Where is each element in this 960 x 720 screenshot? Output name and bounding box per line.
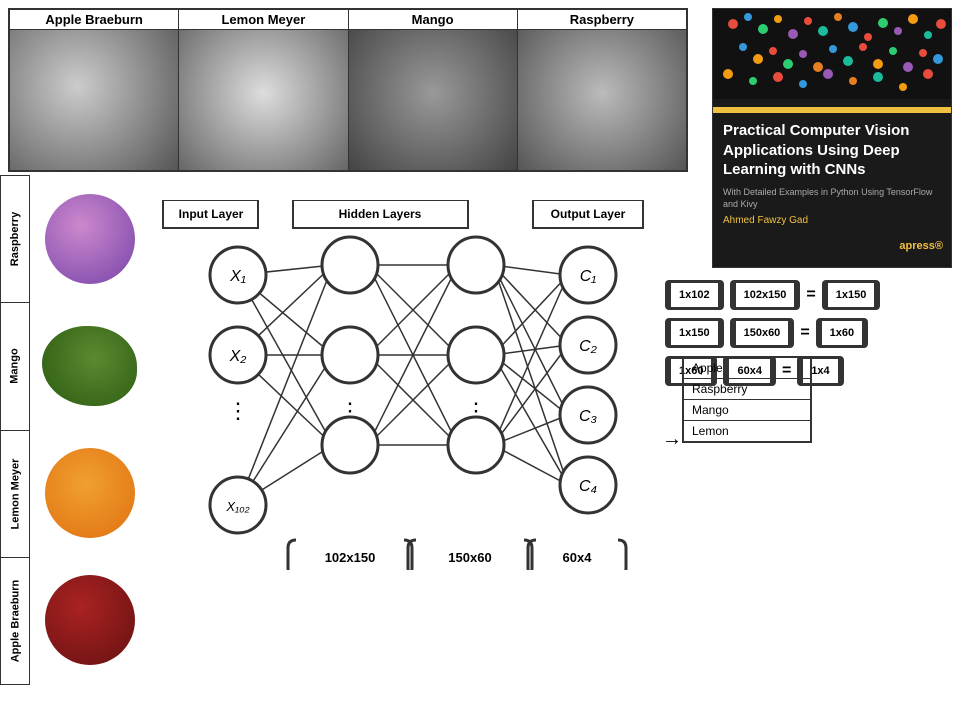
svg-text:102x150: 102x150 [325, 550, 376, 565]
output-lemon: Lemon [684, 421, 810, 441]
matrix-1x102: 1x102 [665, 280, 724, 310]
raspberry-image [518, 30, 686, 170]
matrix-150x60: 150x60 [730, 318, 795, 348]
raspberry-color-box [32, 175, 147, 302]
lemon-meyer-image [179, 30, 347, 170]
svg-text:Hidden Layers: Hidden Layers [339, 207, 422, 221]
raspberry-label: Raspberry [518, 10, 686, 30]
book-title: Practical Computer Vision Applications U… [723, 121, 941, 180]
matrix-row-1: 1x102 102x150 = 1x150 [662, 280, 952, 310]
apple-braeburn-image [10, 30, 178, 170]
book-author: Ahmed Fawzy Gad [723, 215, 941, 226]
svg-text:C₃: C₃ [579, 408, 597, 425]
matrix-result-1x150: 1x150 [822, 280, 881, 310]
svg-text:X₂: X₂ [229, 348, 247, 365]
matrix-equals-2: = [800, 324, 809, 342]
lemon-color-box [32, 429, 147, 556]
lemon-meyer-box: Lemon Meyer [179, 10, 348, 170]
output-raspberry: Raspberry [684, 379, 810, 400]
top-fruit-images: Apple Braeburn Lemon Meyer Mango Raspber… [8, 8, 688, 172]
book-subtitle: With Detailed Examples in Python Using T… [723, 186, 941, 211]
matrix-equations: 1x102 102x150 = 1x150 1x150 150x60 = 1x6… [662, 280, 952, 483]
svg-text:Output Layer: Output Layer [551, 207, 626, 221]
output-arrow-icon: → [662, 428, 682, 451]
raspberry-color-image [45, 194, 135, 284]
svg-text:C₂: C₂ [579, 338, 597, 355]
mango-label: Mango [349, 10, 517, 30]
side-label-lemon: Lemon Meyer [0, 430, 30, 557]
mango-color-image [42, 326, 137, 406]
lemon-meyer-label: Lemon Meyer [179, 10, 347, 30]
svg-text:Input Layer: Input Layer [179, 207, 244, 221]
mango-box: Mango [349, 10, 518, 170]
apple-color-box [32, 556, 147, 683]
matrix-row-2: 1x150 150x60 = 1x60 [662, 318, 952, 348]
side-labels: Raspberry Mango Lemon Meyer Apple Braebu… [0, 175, 30, 685]
mango-image [349, 30, 517, 170]
raspberry-box: Raspberry [518, 10, 686, 170]
side-label-apple: Apple Braeburn [0, 557, 30, 685]
apple-braeburn-label: Apple Braeburn [10, 10, 178, 30]
apple-braeburn-box: Apple Braeburn [10, 10, 179, 170]
svg-text:150x60: 150x60 [448, 550, 491, 565]
svg-text:C₁: C₁ [580, 268, 597, 285]
book-dots-decoration [713, 9, 951, 99]
lemon-color-image [45, 448, 135, 538]
mango-color-box [32, 302, 147, 429]
svg-text:C₄: C₄ [579, 478, 597, 495]
output-section: → Apple Raspberry Mango Lemon [662, 396, 952, 483]
book-cover: Practical Computer Vision Applications U… [712, 8, 952, 268]
svg-text:X₁: X₁ [229, 268, 246, 285]
book-title-area: Practical Computer Vision Applications U… [713, 113, 951, 234]
svg-text:⋮: ⋮ [227, 398, 249, 423]
fruit-color-images [32, 175, 147, 683]
output-mango: Mango [684, 400, 810, 421]
apple-color-image [45, 575, 135, 665]
side-label-mango: Mango [0, 302, 30, 429]
matrix-1x150: 1x150 [665, 318, 724, 348]
matrix-equals-1: = [806, 286, 815, 304]
neural-network-diagram: Input Layer Hidden Layers Output Layer X… [148, 200, 678, 570]
svg-text:X₁₀₂: X₁₀₂ [225, 499, 249, 514]
book-publisher: apress® [713, 240, 951, 252]
output-class-box: Apple Raspberry Mango Lemon [682, 356, 812, 443]
matrix-result-1x60: 1x60 [816, 318, 868, 348]
side-label-raspberry: Raspberry [0, 175, 30, 302]
svg-text:60x4: 60x4 [563, 550, 593, 565]
matrix-102x150: 102x150 [730, 280, 801, 310]
output-apple: Apple [684, 358, 810, 379]
